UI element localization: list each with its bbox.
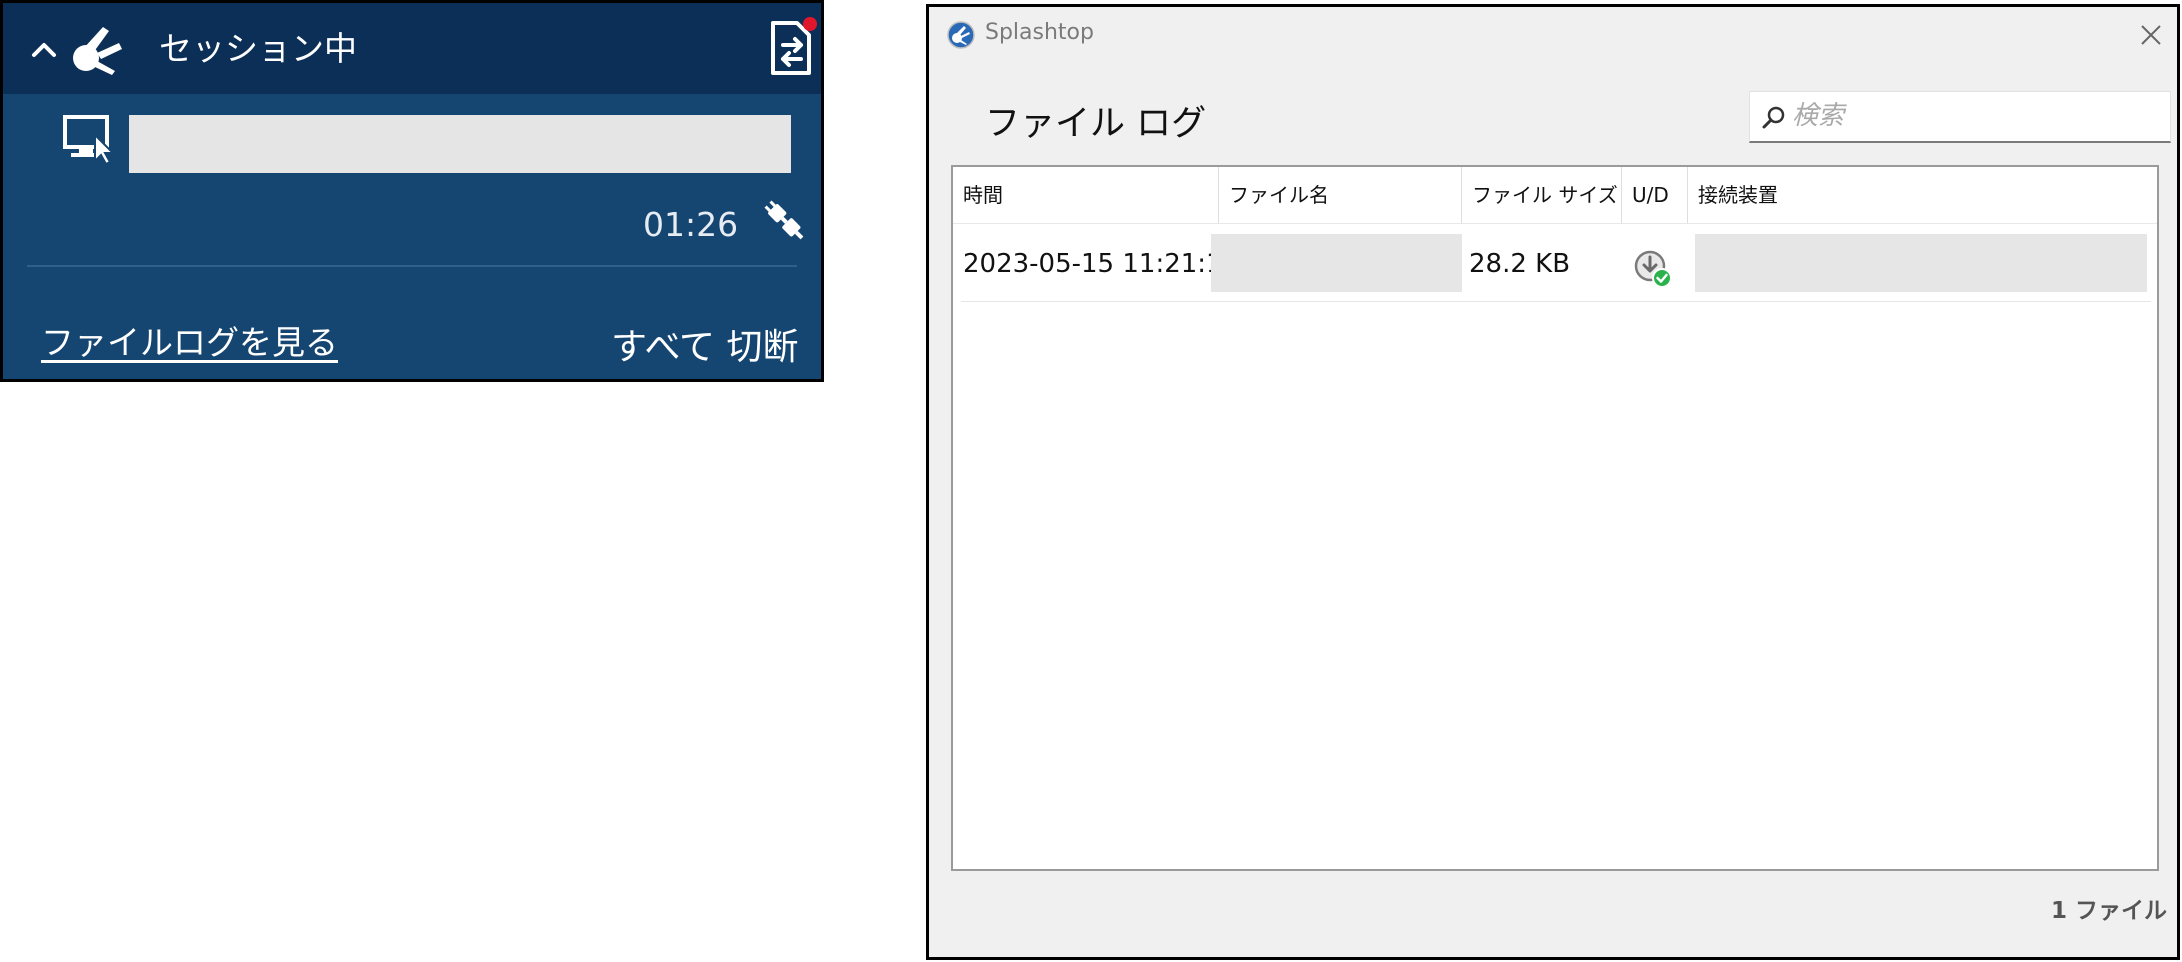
view-file-log-link[interactable]: ファイルログを見る (41, 321, 338, 365)
session-status-label: セッション中 (159, 29, 357, 68)
search-input[interactable] (1792, 96, 2152, 136)
search-box[interactable] (1749, 91, 2171, 143)
table-row[interactable]: 2023-05-15 11:21:17 28.2 KB (961, 227, 2151, 302)
column-header-time[interactable]: 時間 (953, 167, 1219, 223)
session-panel: セッション中 01:26 ファイルログを見る すべて 切断 (0, 0, 824, 382)
table-header: 時間 ファイル名 ファイル サイズ U/D 接続装置 (953, 167, 2157, 224)
disconnect-all-button[interactable]: すべて 切断 (611, 325, 798, 371)
page-title: ファイル ログ (985, 104, 1207, 144)
column-header-direction[interactable]: U/D (1622, 167, 1688, 223)
connection-plug-icon (764, 200, 804, 240)
close-icon[interactable] (2137, 21, 2165, 49)
search-icon (1762, 106, 1785, 129)
window-title: Splashtop (985, 20, 1094, 45)
download-complete-icon (1634, 250, 1672, 288)
screenshot-canvas: セッション中 01:26 ファイルログを見る すべて 切断 Splashtop … (0, 0, 2182, 962)
column-header-device[interactable]: 接続装置 (1688, 167, 2168, 223)
cell-device (1695, 234, 2147, 292)
column-header-file-size[interactable]: ファイル サイズ (1462, 167, 1622, 223)
file-log-window: Splashtop ファイル ログ 時間 ファイル名 ファイル サイズ U/D … (926, 4, 2180, 960)
column-header-file-name[interactable]: ファイル名 (1219, 167, 1462, 223)
remote-desktop-icon (63, 115, 116, 165)
notification-dot-icon (803, 17, 817, 31)
session-divider (27, 265, 797, 267)
cell-time: 2023-05-15 11:21:17 (963, 249, 1213, 279)
session-header: セッション中 (3, 3, 821, 94)
splashtop-app-icon (947, 21, 975, 49)
device-name-field (129, 115, 791, 173)
window-titlebar: Splashtop (929, 7, 2177, 61)
splashtop-logo-icon (73, 27, 122, 75)
chevron-up-icon[interactable] (29, 35, 59, 65)
session-timer: 01:26 (643, 205, 739, 244)
file-log-table: 時間 ファイル名 ファイル サイズ U/D 接続装置 2023-05-15 11… (951, 165, 2159, 871)
cell-file-size: 28.2 KB (1469, 249, 1571, 279)
file-count-label: 1 ファイル (2050, 898, 2167, 924)
cell-file-name (1211, 234, 1462, 292)
